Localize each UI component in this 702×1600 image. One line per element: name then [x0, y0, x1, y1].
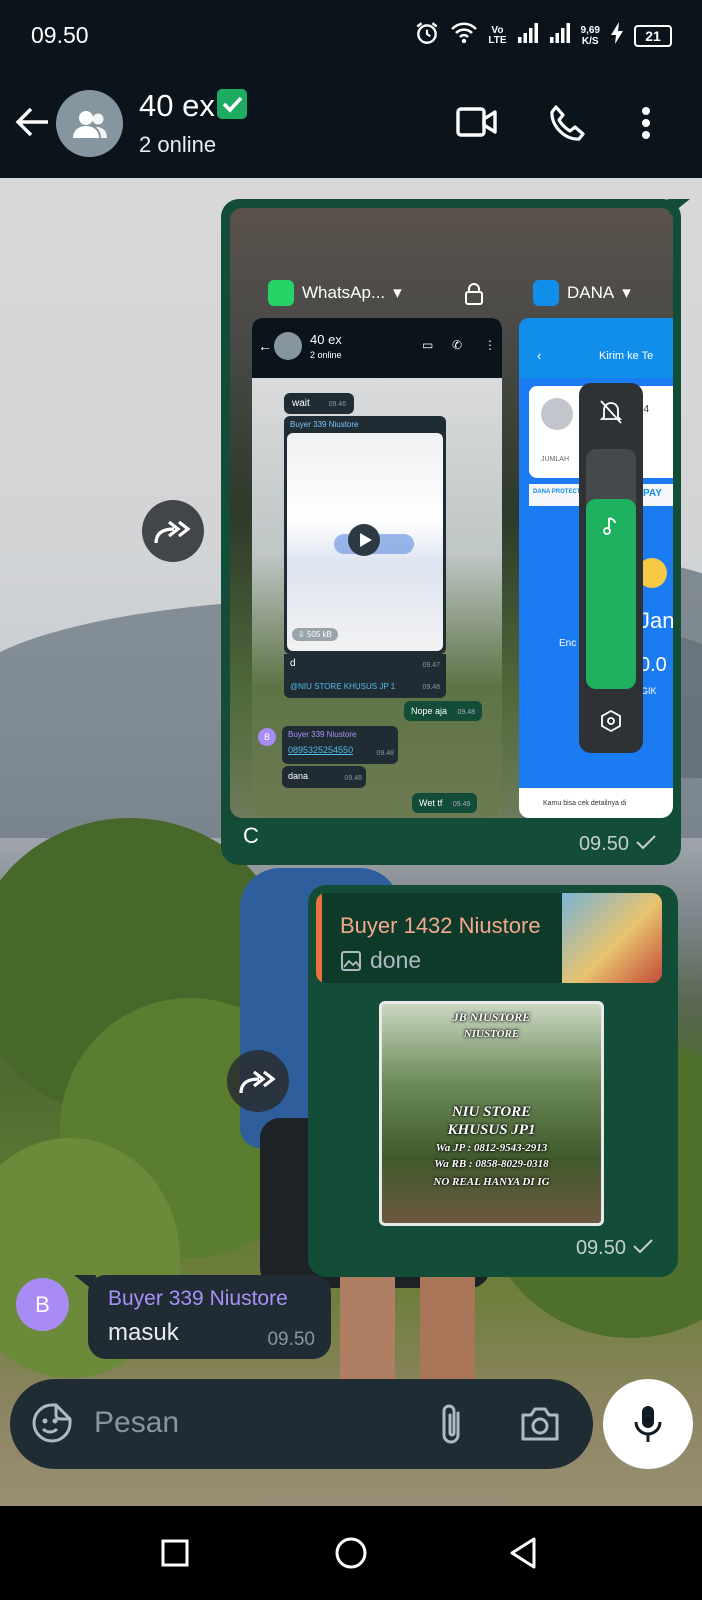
battery-indicator: 21 — [634, 24, 672, 47]
mini-message: Wet tf 09.49 — [412, 793, 478, 813]
system-nav-bar — [0, 1506, 702, 1600]
quoted-message[interactable]: Buyer 1432 Niustore done — [316, 893, 662, 983]
status-icons: Vo LTE 9,69 K/S 21 — [414, 20, 672, 51]
promo-image[interactable]: JB NIUSTORE NIUSTORE NIU STORE KHUSUS JP… — [379, 1001, 604, 1226]
group-avatar — [274, 332, 302, 360]
whatsapp-chat-screen: 09.50 Vo LTE 9,69 K/S 21 40 ex 2 online … — [0, 0, 702, 1600]
back-arrow-icon[interactable] — [14, 106, 50, 143]
microphone-icon — [634, 1406, 662, 1442]
back-arrow-icon: ‹ — [537, 348, 542, 363]
camera-icon[interactable] — [519, 1405, 561, 1448]
forward-button[interactable] — [142, 500, 204, 562]
message-bubble-outgoing[interactable]: WhatsAp... ▾ DANA ▾ ← 40 ex 2 online ▭ ✆… — [221, 199, 681, 865]
more-options-icon: ⋮ — [484, 338, 496, 352]
wifi-icon — [450, 21, 478, 50]
play-icon — [348, 524, 380, 556]
chat-header: 40 ex 2 online — [0, 70, 702, 178]
dana-app-icon — [533, 280, 559, 306]
voice-record-button[interactable] — [603, 1379, 693, 1469]
lock-icon — [463, 282, 485, 311]
video-call-icon: ▭ — [422, 338, 434, 352]
music-note-icon — [601, 515, 621, 542]
whatsapp-business-icon — [268, 280, 294, 306]
mini-message: Nope aja 09.48 — [404, 701, 483, 721]
settings-hex-icon — [599, 709, 623, 738]
chevron-down-icon: ▾ — [622, 283, 631, 302]
alarm-icon — [414, 20, 440, 51]
bell-off-icon — [599, 399, 623, 430]
signal-icon — [517, 22, 539, 49]
recent-app-whatsapp: WhatsAp... ▾ — [268, 280, 402, 306]
message-input-bar: Pesan — [10, 1379, 593, 1469]
phone-call-icon: ✆ — [452, 338, 463, 352]
online-status: 2 online — [139, 132, 217, 157]
message-caption: C — [243, 823, 259, 848]
message-time: 09.50 — [576, 1237, 654, 1260]
sent-check-icon — [632, 1237, 654, 1260]
mini-message: dana 09.48 — [282, 766, 366, 788]
bubble-tail — [668, 199, 690, 215]
mini-chat-header: ← 40 ex 2 online ▭ ✆ ⋮ — [252, 318, 502, 378]
home-icon[interactable] — [334, 1536, 368, 1575]
back-triangle-icon[interactable] — [508, 1536, 538, 1575]
sender-avatar[interactable]: B — [16, 1278, 69, 1331]
volte-indicator: Vo LTE — [488, 24, 507, 46]
volume-panel — [579, 383, 643, 753]
chevron-down-icon: ▾ — [393, 283, 402, 302]
user-avatar-icon — [541, 398, 573, 430]
mini-message: d 09.47 — [284, 654, 446, 676]
group-icon — [72, 110, 107, 138]
mini-message: wait 09.46 — [284, 393, 355, 414]
message-input[interactable]: Pesan — [94, 1406, 179, 1440]
group-avatar[interactable] — [56, 90, 123, 157]
screenshot-image[interactable]: WhatsAp... ▾ DANA ▾ ← 40 ex 2 online ▭ ✆… — [230, 208, 673, 818]
attach-icon[interactable] — [438, 1401, 466, 1452]
message-bubble-outgoing[interactable]: Buyer 1432 Niustore done JB NIUSTORE NIU… — [308, 885, 678, 1277]
message-time: 09.50 — [579, 833, 657, 856]
recent-apps-icon[interactable] — [160, 1538, 190, 1573]
quoted-thumbnail — [562, 893, 662, 983]
mini-video-message: Buyer 339 Niustore ⇩ 505 kB — [284, 416, 446, 654]
quoted-sender: Buyer 1432 Niustore — [340, 913, 541, 938]
mini-message: @NIU STORE KHUSUS JP 1 09.48 — [284, 676, 446, 698]
mini-avatar: B — [258, 728, 276, 746]
download-size: ⇩ 505 kB — [292, 628, 338, 641]
back-arrow-icon: ← — [258, 338, 272, 354]
phone-call-icon[interactable] — [547, 104, 585, 147]
status-bar: 09.50 Vo LTE 9,69 K/S 21 — [0, 0, 702, 70]
status-time: 09.50 — [31, 22, 89, 48]
message-bubble-incoming[interactable]: Buyer 339 Niustore masuk 09.50 — [88, 1275, 331, 1359]
more-options-icon[interactable] — [640, 106, 652, 145]
forward-button[interactable] — [227, 1050, 289, 1112]
message-time: 09.50 — [267, 1329, 315, 1350]
forward-icon — [239, 1070, 276, 1094]
recent-app-dana: DANA ▾ — [533, 280, 631, 306]
video-call-icon[interactable] — [456, 104, 498, 145]
recent-app-card-whatsapp: ← 40 ex 2 online ▭ ✆ ⋮ wait 09.46 Buyer … — [252, 318, 502, 818]
chat-title[interactable]: 40 ex — [139, 88, 247, 124]
check-mark-icon — [216, 89, 247, 119]
network-speed: 9,69 K/S — [580, 24, 600, 47]
forward-icon — [154, 520, 191, 544]
charging-icon — [610, 22, 624, 49]
signal-icon — [549, 22, 571, 49]
sticker-icon[interactable] — [30, 1401, 74, 1450]
sender-name[interactable]: Buyer 339 Niustore — [108, 1287, 288, 1311]
mini-message: Buyer 339 Niustore 0895325254550 09.48 — [282, 726, 398, 764]
quoted-text: done — [340, 947, 421, 974]
image-icon — [341, 950, 361, 971]
message-text: masuk — [108, 1319, 179, 1346]
sent-check-icon — [635, 833, 657, 856]
